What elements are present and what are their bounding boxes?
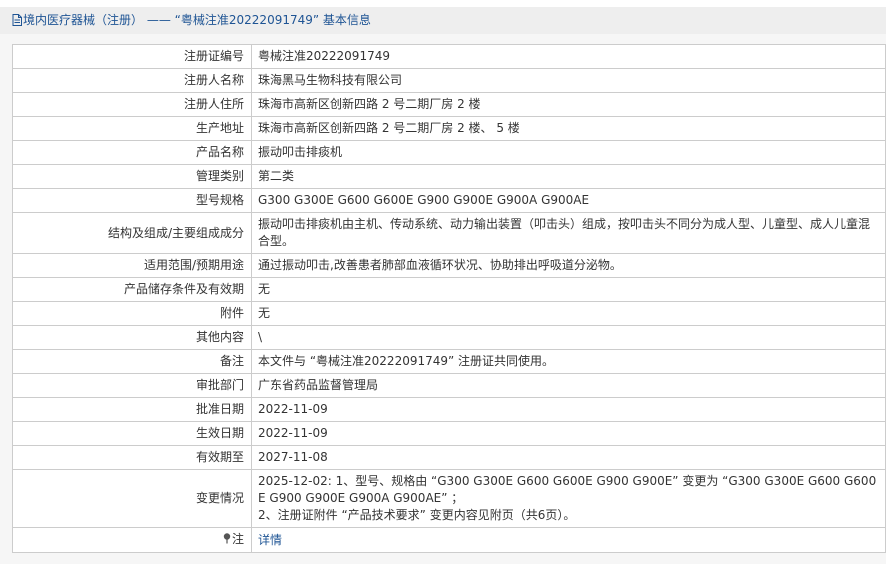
row-label: 型号规格 bbox=[12, 188, 252, 213]
row-label: 其他内容 bbox=[12, 325, 252, 350]
row-label: 批准日期 bbox=[12, 397, 252, 422]
document-icon bbox=[12, 9, 22, 36]
table-row: 产品储存条件及有效期无 bbox=[12, 277, 886, 302]
table-row: 产品名称 振动叩击排痰机 bbox=[12, 140, 886, 165]
row-value: 2022-11-09 bbox=[251, 421, 886, 446]
breadcrumb-separator: —— bbox=[146, 13, 171, 27]
table-row: 结构及组成/主要组成成分 振动叩击排痰机由主机、传动系统、动力输出装置（叩击头）组… bbox=[12, 212, 886, 254]
row-value: 无 bbox=[251, 277, 886, 302]
row-label: 有效期至 bbox=[12, 445, 252, 470]
row-value: 本文件与 “粤械注准20222091749” 注册证共同使用。 bbox=[251, 349, 886, 374]
row-value: 粤械注准20222091749 bbox=[251, 44, 886, 69]
table-row: 附件无 bbox=[12, 301, 886, 326]
row-value: 珠海市高新区创新四路 2 号二期厂房 2 楼 bbox=[251, 92, 886, 117]
row-label: 适用范围/预期用途 bbox=[12, 253, 252, 278]
row-label: 生产地址 bbox=[12, 116, 252, 141]
table-row: 批准日期 2022-11-09 bbox=[12, 397, 886, 422]
row-label: 生效日期 bbox=[12, 421, 252, 446]
row-label: 结构及组成/主要组成成分 bbox=[12, 212, 252, 254]
change-line-2: 2、注册证附件 “产品技术要求” 变更内容见附页（共6页）。 bbox=[258, 508, 576, 522]
row-label: 产品储存条件及有效期 bbox=[12, 277, 252, 302]
change-value: 2025-12-02: 1、型号、规格由 “G300 G300E G600 G6… bbox=[251, 469, 886, 528]
detail-link[interactable]: 详情 bbox=[258, 533, 282, 547]
note-value: 详情 bbox=[251, 527, 886, 553]
row-value: 珠海市高新区创新四路 2 号二期厂房 2 楼、 5 楼 bbox=[251, 116, 886, 141]
row-label: 审批部门 bbox=[12, 373, 252, 398]
note-label: 注 bbox=[231, 532, 244, 546]
row-value: 珠海黑马生物科技有限公司 bbox=[251, 68, 886, 93]
row-label: 注册人名称 bbox=[12, 68, 252, 93]
change-line-1: 2025-12-02: 1、型号、规格由 “G300 G300E G600 G6… bbox=[258, 474, 877, 505]
row-label: 备注 bbox=[12, 349, 252, 374]
table-row: 备注 本文件与 “粤械注准20222091749” 注册证共同使用。 bbox=[12, 349, 886, 374]
row-value: 第二类 bbox=[251, 164, 886, 189]
note-row: 注 详情 bbox=[12, 527, 886, 553]
pin-icon bbox=[223, 532, 231, 549]
detail-panel: 注册证编号 粤械注准20222091749 注册人名称 珠海黑马生物科技有限公司 注… bbox=[0, 34, 886, 564]
table-row: 生产地址 珠海市高新区创新四路 2 号二期厂房 2 楼、 5 楼 bbox=[12, 116, 886, 141]
table-row: 注册证编号 粤械注准20222091749 bbox=[12, 44, 886, 69]
page-title: “粤械注准20222091749” 基本信息 bbox=[174, 13, 371, 27]
row-label: 附件 bbox=[12, 301, 252, 326]
note-label-cell: 注 bbox=[12, 527, 252, 553]
breadcrumb: 境内医疗器械（注册） —— “粤械注准20222091749” 基本信息 bbox=[0, 7, 886, 34]
table-row: 其他内容 \ bbox=[12, 325, 886, 350]
table-row: 型号规格 G300 G300E G600 G600E G900 G900E G90… bbox=[12, 188, 886, 213]
row-value: 通过振动叩击,改善患者肺部血液循环状况、协助排出呼吸道分泌物。 bbox=[251, 253, 886, 278]
change-row: 变更情况 2025-12-02: 1、型号、规格由 “G300 G300E G6… bbox=[12, 469, 886, 528]
row-label: 产品名称 bbox=[12, 140, 252, 165]
row-value: \ bbox=[251, 325, 886, 350]
row-label: 注册人住所 bbox=[12, 92, 252, 117]
table-row: 审批部门 广东省药品监督管理局 bbox=[12, 373, 886, 398]
row-value: G300 G300E G600 G600E G900 G900E G900A G… bbox=[251, 188, 886, 213]
row-label: 注册证编号 bbox=[12, 44, 252, 69]
breadcrumb-section[interactable]: 境内医疗器械（注册） bbox=[23, 13, 143, 27]
row-value: 无 bbox=[251, 301, 886, 326]
row-label: 管理类别 bbox=[12, 164, 252, 189]
table-row: 注册人住所 珠海市高新区创新四路 2 号二期厂房 2 楼 bbox=[12, 92, 886, 117]
row-value: 广东省药品监督管理局 bbox=[251, 373, 886, 398]
table-row: 注册人名称 珠海黑马生物科技有限公司 bbox=[12, 68, 886, 93]
registration-info-table: 注册证编号 粤械注准20222091749 注册人名称 珠海黑马生物科技有限公司 注… bbox=[12, 44, 886, 553]
row-value: 2027-11-08 bbox=[251, 445, 886, 470]
table-row: 生效日期 2022-11-09 bbox=[12, 421, 886, 446]
row-value: 2022-11-09 bbox=[251, 397, 886, 422]
row-value: 振动叩击排痰机 bbox=[251, 140, 886, 165]
table-row: 适用范围/预期用途 通过振动叩击,改善患者肺部血液循环状况、协助排出呼吸道分泌物。 bbox=[12, 253, 886, 278]
change-label: 变更情况 bbox=[12, 469, 252, 528]
row-value: 振动叩击排痰机由主机、传动系统、动力输出装置（叩击头）组成，按叩击头不同分为成人… bbox=[251, 212, 886, 254]
table-row: 管理类别 第二类 bbox=[12, 164, 886, 189]
table-row: 有效期至 2027-11-08 bbox=[12, 445, 886, 470]
